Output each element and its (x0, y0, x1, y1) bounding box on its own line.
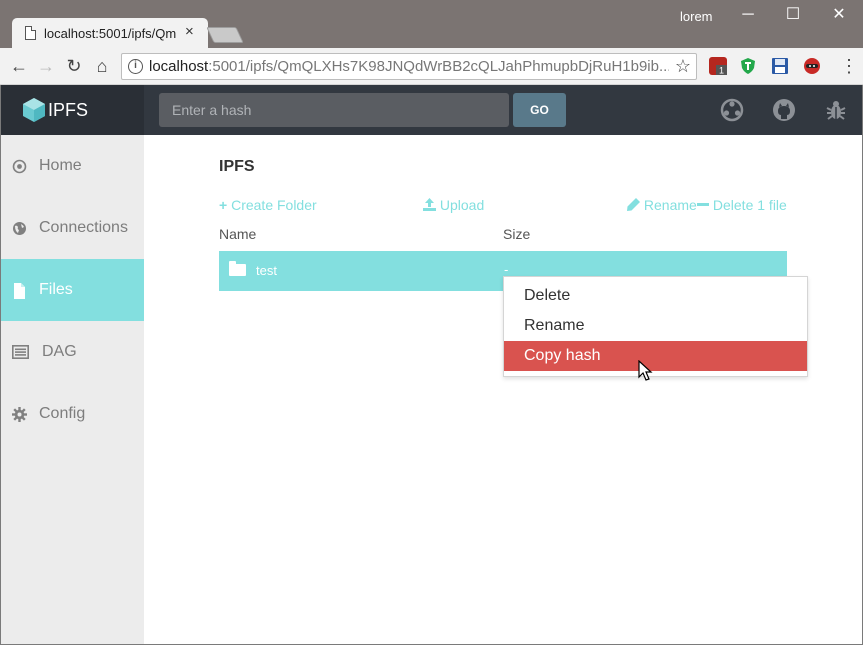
pencil-icon (627, 198, 640, 214)
url-path: :5001/ipfs/QmQLXHs7K98JNQdWrBB2cQLJahPhm… (208, 58, 669, 75)
network-icon[interactable] (720, 98, 744, 122)
reload-icon[interactable]: ↻ (62, 54, 86, 78)
hash-search-input[interactable] (159, 93, 509, 127)
github-icon[interactable] (772, 98, 796, 122)
sidebar-item-label: DAG (42, 343, 77, 360)
app-header: IPFS GO (1, 85, 862, 135)
minus-icon (697, 203, 709, 206)
browser-toolbar: ← → ↻ ⌂ i localhost:5001/ipfs/QmQLXHs7K9… (0, 48, 863, 85)
ublock-icon[interactable]: 1 (709, 57, 727, 76)
create-folder-label: Create Folder (231, 197, 317, 213)
file-icon (12, 283, 27, 299)
mouse-cursor-icon (638, 359, 654, 382)
ninja-icon[interactable] (803, 57, 821, 75)
upload-button[interactable]: Upload (423, 197, 484, 214)
shield-icon[interactable] (739, 57, 757, 75)
context-menu-rename[interactable]: Rename (504, 311, 807, 341)
sidebar-item-label: Files (39, 281, 73, 298)
bug-icon[interactable] (824, 98, 848, 122)
sidebar-item-dag[interactable]: DAG (1, 321, 144, 383)
column-header-size[interactable]: Size (503, 226, 530, 242)
sidebar-item-config[interactable]: Config (1, 383, 144, 445)
tab-title: localhost:5001/ipfs/Qm (44, 26, 177, 41)
page-title: IPFS (219, 158, 255, 175)
url-text[interactable]: localhost:5001/ipfs/QmQLXHs7K98JNQdWrBB2… (149, 58, 669, 75)
upload-label: Upload (439, 197, 485, 213)
maximize-button[interactable]: ☐ (778, 3, 808, 27)
context-menu-delete[interactable]: Delete (504, 281, 807, 311)
delete-button[interactable]: Delete 1 file (697, 197, 787, 213)
globe-icon (12, 221, 27, 236)
home-icon[interactable]: ⌂ (90, 54, 114, 78)
svg-text:1: 1 (719, 66, 724, 76)
minimize-button[interactable]: ─ (733, 3, 763, 27)
new-tab-button[interactable] (206, 27, 244, 43)
sidebar-item-files[interactable]: Files (1, 259, 144, 321)
sidebar: Home Connections Files DAG Config (1, 135, 144, 644)
home-icon (12, 159, 27, 174)
folder-icon (229, 261, 246, 276)
address-bar[interactable]: i localhost:5001/ipfs/QmQLXHs7K98JNQdWrB… (121, 53, 697, 80)
ipfs-logo-icon (22, 97, 46, 123)
page-icon (25, 26, 36, 40)
column-header-name[interactable]: Name (219, 226, 256, 242)
browser-menu-icon[interactable]: ⋮ (840, 54, 858, 78)
delete-label: Delete 1 file (712, 197, 787, 213)
rename-button[interactable]: Rename (627, 197, 697, 214)
rename-label: Rename (643, 197, 697, 213)
info-icon[interactable]: i (128, 59, 143, 74)
forward-icon[interactable]: → (34, 54, 58, 78)
sidebar-item-connections[interactable]: Connections (1, 197, 144, 259)
back-icon[interactable]: ← (7, 54, 31, 78)
sidebar-item-label: Home (39, 157, 82, 174)
close-window-button[interactable]: ✕ (824, 3, 854, 27)
browser-tab-active[interactable]: localhost:5001/ipfs/Qm × (12, 18, 208, 48)
list-icon (12, 345, 29, 360)
save-icon[interactable] (771, 57, 789, 75)
sidebar-item-home[interactable]: Home (1, 135, 144, 197)
file-name[interactable]: test (256, 263, 277, 278)
browser-titlebar: localhost:5001/ipfs/Qm × lorem ─ ☐ ✕ (0, 0, 863, 48)
brand-name: IPFS (48, 100, 89, 120)
upload-icon (423, 198, 436, 214)
gear-icon (12, 407, 27, 422)
plus-icon: + (219, 197, 228, 213)
go-button[interactable]: GO (513, 93, 566, 127)
profile-name[interactable]: lorem (680, 9, 713, 24)
context-menu: Delete Rename Copy hash (503, 276, 808, 377)
tab-close-icon[interactable]: × (185, 23, 194, 41)
sidebar-item-label: Config (39, 405, 86, 422)
create-folder-button[interactable]: + Create Folder (219, 197, 317, 213)
url-host: localhost (149, 58, 209, 75)
context-menu-copy-hash[interactable]: Copy hash (504, 341, 807, 371)
sidebar-item-label: Connections (39, 219, 128, 236)
bookmark-star-icon[interactable]: ☆ (675, 56, 691, 77)
main-content: IPFS + Create Folder Upload Rename Delet… (144, 135, 862, 644)
brand[interactable]: IPFS (1, 85, 144, 135)
file-size: - (504, 262, 509, 277)
